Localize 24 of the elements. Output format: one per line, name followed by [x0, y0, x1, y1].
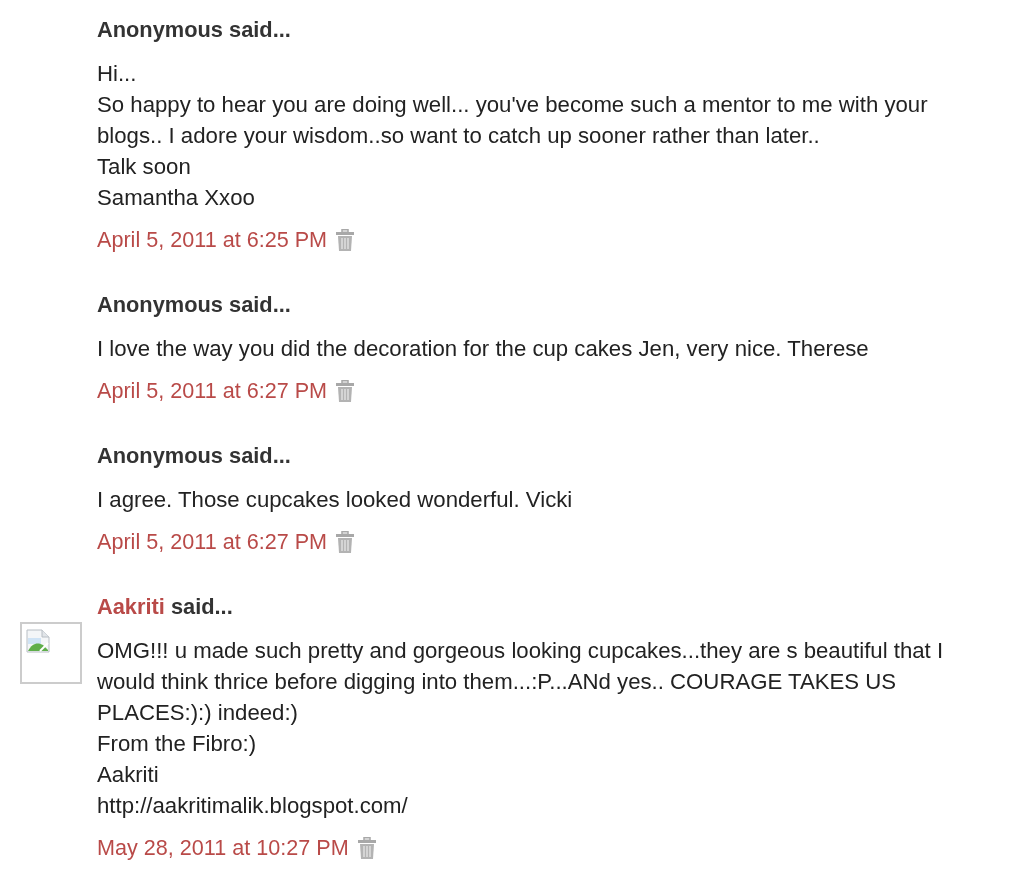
comment-line: http://aakritimalik.blogspot.com/ — [97, 792, 408, 820]
comment-line: Samantha Xxoo — [97, 184, 255, 212]
broken-image-icon — [26, 629, 50, 653]
trash-icon[interactable] — [335, 228, 356, 251]
timestamp-link[interactable]: April 5, 2011 at 6:27 PM — [97, 375, 328, 406]
timestamp-link[interactable]: April 5, 2011 at 6:25 PM — [97, 224, 328, 255]
author-link[interactable]: Aakriti — [97, 594, 165, 619]
comment-line: Hi... — [97, 60, 137, 88]
trash-icon[interactable] — [335, 379, 356, 402]
comment-author: Anonymous said... — [97, 442, 291, 470]
timestamp-link[interactable]: May 28, 2011 at 10:27 PM — [97, 832, 349, 863]
comment-line: I love the way you did the decoration for the cup cakes Jen, very nice. Therese — [97, 335, 869, 363]
comment-author: Anonymous said... — [97, 16, 291, 44]
comment-author: Anonymous said... — [97, 291, 291, 319]
comment-author: Aakriti said... — [97, 593, 233, 621]
comment-line: Aakriti — [97, 761, 159, 789]
timestamp-link[interactable]: April 5, 2011 at 6:27 PM — [97, 526, 328, 557]
comment-line: Talk soon — [97, 153, 191, 181]
trash-icon[interactable] — [356, 836, 377, 859]
comment-line: I agree. Those cupcakes looked wonderful. Vicki — [97, 486, 573, 514]
comment-line: So happy to hear you are doing well... you've become such a mentor to me with your blogs.. I adore your wisdom..so want to catch up sooner rather than later.. — [97, 91, 929, 150]
comment-line: OMG!!! u made such pretty and gorgeous looking cupcakes...they are s beautiful that I would think thrice before digging into them...:P...ANd yes.. COURAGE TAKES US PLACES:):) indeed:) — [97, 637, 945, 727]
comment-line: From the Fibro:) — [97, 730, 257, 758]
trash-icon[interactable] — [335, 530, 356, 553]
